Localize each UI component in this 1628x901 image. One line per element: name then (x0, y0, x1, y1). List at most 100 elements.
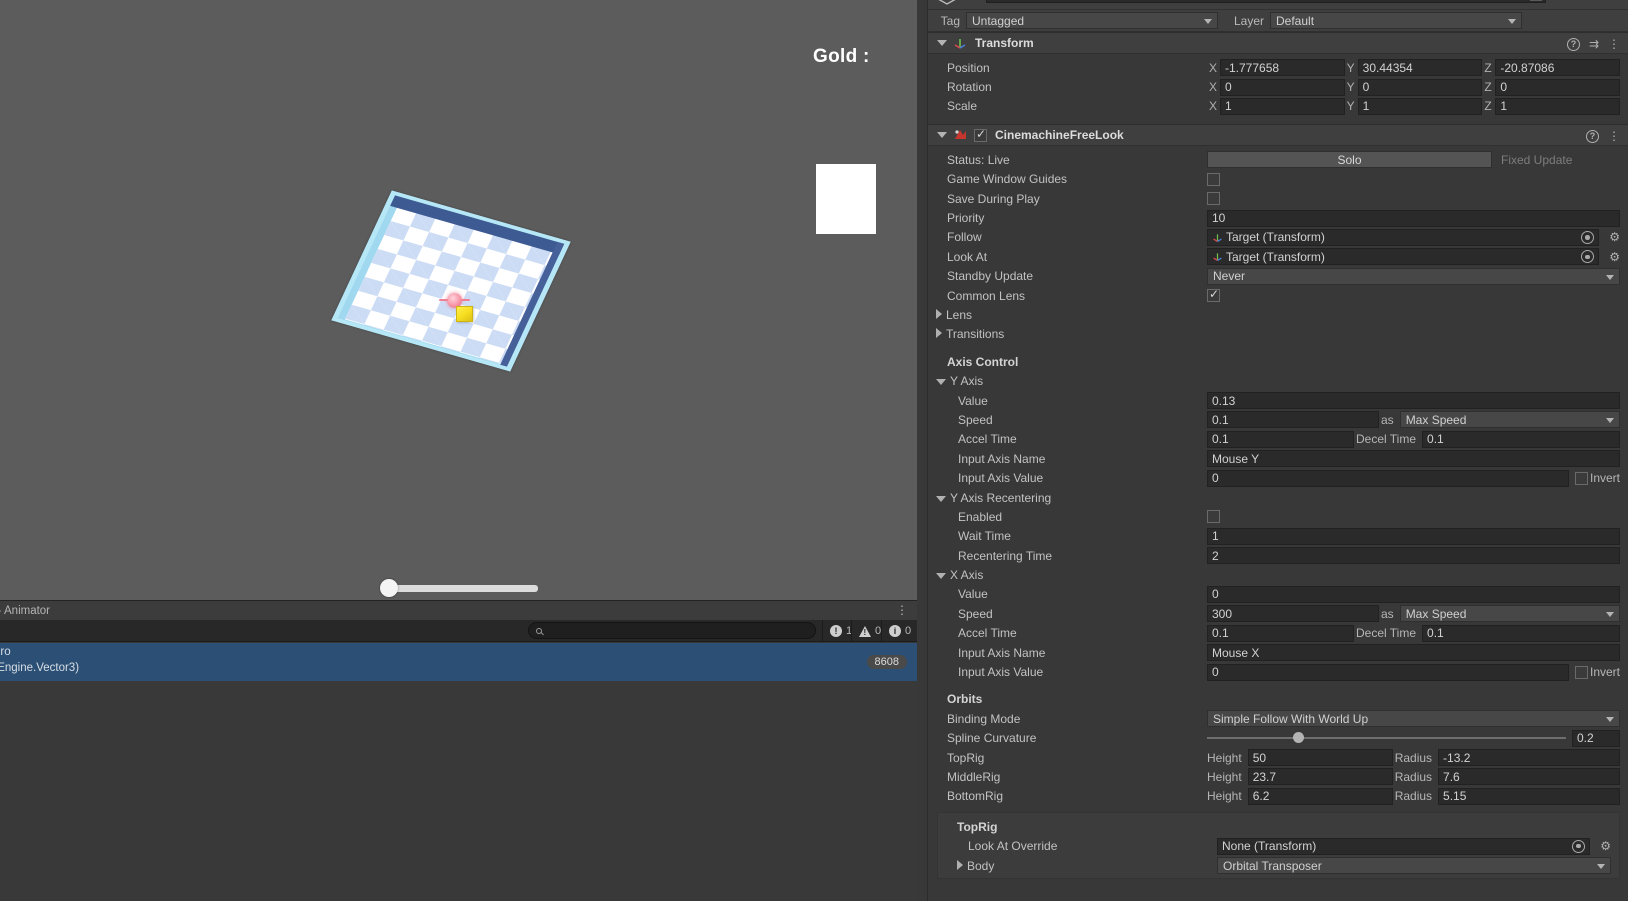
kebab-menu-icon[interactable]: ⋮ (1608, 130, 1620, 142)
spline-curvature-slider[interactable] (1207, 732, 1566, 744)
preset-icon[interactable]: ⇉ (1589, 37, 1599, 51)
position-x-field[interactable]: -1.777658 (1220, 59, 1345, 77)
bottomrig-radius-field[interactable]: 5.15 (1438, 787, 1620, 805)
y-axis-value-field[interactable]: 0.13 (1207, 392, 1620, 410)
toprig-lookat-override-field[interactable]: None (Transform) (1217, 837, 1591, 855)
scale-y-field[interactable]: 1 (1357, 97, 1483, 115)
x-axis-foldout-row[interactable]: X Axis (928, 565, 1628, 584)
standby-update-dropdown[interactable]: Never (1207, 267, 1620, 285)
lens-foldout-row[interactable]: Lens (928, 305, 1628, 324)
x-axis-speed-mode-dropdown[interactable]: Max Speed (1399, 605, 1620, 623)
middlerig-height-field[interactable]: 23.7 (1247, 768, 1393, 786)
common-lens-checkbox[interactable] (1207, 287, 1220, 303)
scale-z-field[interactable]: 1 (1495, 97, 1621, 115)
object-picker-icon[interactable] (1581, 230, 1595, 244)
x-axis-decel-field[interactable]: 0.1 (1422, 624, 1620, 642)
tag-dropdown[interactable]: Untagged (966, 12, 1218, 29)
foldout-icon[interactable] (936, 573, 946, 580)
save-during-play-checkbox[interactable] (1207, 192, 1220, 206)
console-log-list[interactable] (0, 681, 917, 901)
transform-component-header[interactable]: Transform ? ⇉ ⋮ (928, 32, 1628, 54)
freelook-component-header[interactable]: CinemachineFreeLook ? ⋮ (928, 124, 1628, 147)
y-axis-input-value-field[interactable]: 0 (1207, 469, 1569, 487)
y-axis-invert-checkbox[interactable] (1574, 471, 1588, 485)
axis-x-label: X (1209, 99, 1218, 114)
x-axis-accel-field[interactable]: 0.1 (1207, 624, 1354, 642)
rotation-z-field[interactable]: 0 (1495, 78, 1621, 96)
game-window-guides-checkbox[interactable] (1207, 172, 1220, 186)
foldout-icon[interactable] (936, 495, 946, 502)
game-view[interactable]: Gold : (0, 0, 917, 600)
y-recentering-foldout-row[interactable]: Y Axis Recentering (928, 488, 1628, 507)
inspector-left-gutter (917, 0, 928, 901)
game-slider-track[interactable] (392, 585, 538, 592)
middlerig-radius-field[interactable]: 7.6 (1438, 768, 1620, 786)
gameobject-name-field[interactable]: CM FreeLook1 (986, 0, 1546, 3)
inspector-panel: CM FreeLook1 Static Tag Untagged Layer D… (917, 0, 1628, 901)
y-axis-decel-field[interactable]: 0.1 (1422, 430, 1620, 448)
y-recentering-time-field[interactable]: 2 (1207, 547, 1620, 565)
y-recentering-label: Y Axis Recentering (928, 491, 1207, 505)
console-search[interactable] (528, 622, 816, 639)
toprig-height-field[interactable]: 50 (1247, 749, 1393, 767)
binding-mode-dropdown[interactable]: Simple Follow With World Up (1207, 710, 1620, 728)
foldout-icon[interactable] (936, 379, 946, 386)
x-axis-label: X Axis (928, 568, 1207, 582)
foldout-icon[interactable] (937, 132, 947, 139)
layer-dropdown[interactable]: Default (1270, 12, 1522, 29)
x-axis-input-value-field[interactable]: 0 (1207, 663, 1569, 681)
game-slider[interactable] (380, 578, 540, 600)
object-picker-icon[interactable] (1572, 839, 1586, 853)
kebab-menu-icon[interactable]: ⋮ (1608, 38, 1620, 50)
console-info-count: 0 (905, 625, 912, 637)
animator-kebab-icon[interactable]: ⋮ (896, 604, 908, 617)
y-axis-input-name-field[interactable]: Mouse Y (1207, 450, 1620, 468)
spline-curvature-slider-knob[interactable] (1293, 732, 1305, 744)
scale-x-field[interactable]: 1 (1220, 97, 1345, 115)
static-checkbox[interactable]: Static (1529, 0, 1576, 2)
gear-icon[interactable]: ⚙ (1609, 230, 1620, 244)
y-recentering-enabled-checkbox[interactable] (1207, 510, 1220, 524)
help-icon[interactable]: ? (1586, 129, 1599, 143)
console-info-badge[interactable]: i 0 (881, 620, 918, 642)
solo-button[interactable]: Solo (1207, 151, 1492, 169)
x-axis-invert-checkbox[interactable] (1574, 665, 1588, 679)
foldout-icon[interactable] (937, 40, 947, 46)
foldout-icon[interactable] (936, 308, 942, 319)
gear-icon[interactable]: ⚙ (1600, 839, 1611, 853)
lookat-object-field[interactable]: Target (Transform) (1207, 248, 1600, 266)
x-axis-speed-field[interactable]: 300 (1207, 605, 1379, 623)
game-slider-knob[interactable] (380, 579, 398, 597)
follow-object-field[interactable]: Target (Transform) (1207, 228, 1600, 246)
y-axis-accel-field[interactable]: 0.1 (1207, 430, 1354, 448)
y-axis-speed-field[interactable]: 0.1 (1207, 411, 1379, 429)
gear-icon[interactable]: ⚙ (1609, 250, 1620, 264)
foldout-icon[interactable] (957, 859, 963, 870)
console-log-entry[interactable]: ero /Engine.Vector3) 8608 (0, 643, 917, 681)
status-label: Status: Live (947, 152, 1010, 167)
position-y-field[interactable]: 30.44354 (1357, 59, 1483, 77)
transitions-foldout-row[interactable]: Transitions (928, 325, 1628, 344)
bottomrig-height-field[interactable]: 6.2 (1247, 787, 1393, 805)
console-search-input[interactable] (542, 624, 815, 637)
position-z-field[interactable]: -20.87086 (1495, 59, 1621, 77)
toprig-radius-field[interactable]: -13.2 (1438, 749, 1620, 767)
x-axis-input-name-field[interactable]: Mouse X (1207, 644, 1620, 662)
spline-curvature-field[interactable]: 0.2 (1572, 729, 1620, 747)
toprig-body-dropdown[interactable]: Orbital Transposer (1217, 857, 1611, 875)
freelook-enable-checkbox[interactable] (974, 127, 987, 142)
object-picker-icon[interactable] (1581, 250, 1595, 264)
y-axis-foldout-row[interactable]: Y Axis (928, 371, 1628, 390)
animator-panel-tab[interactable]: Animator ⋮ (0, 600, 917, 620)
y-axis-speed-mode-dropdown[interactable]: Max Speed (1399, 411, 1620, 429)
rotation-y-field[interactable]: 0 (1357, 78, 1483, 96)
tag-value: Untagged (972, 13, 1025, 28)
x-axis-value-field[interactable]: 0 (1207, 585, 1620, 603)
chevron-down-icon (1606, 418, 1614, 424)
foldout-icon[interactable] (936, 328, 942, 339)
y-recentering-wait-field[interactable]: 1 (1207, 527, 1620, 545)
priority-field[interactable]: 10 (1207, 209, 1620, 227)
static-checkbox-box[interactable] (1529, 0, 1542, 1)
help-icon[interactable]: ? (1566, 37, 1580, 51)
rotation-x-field[interactable]: 0 (1220, 78, 1345, 96)
